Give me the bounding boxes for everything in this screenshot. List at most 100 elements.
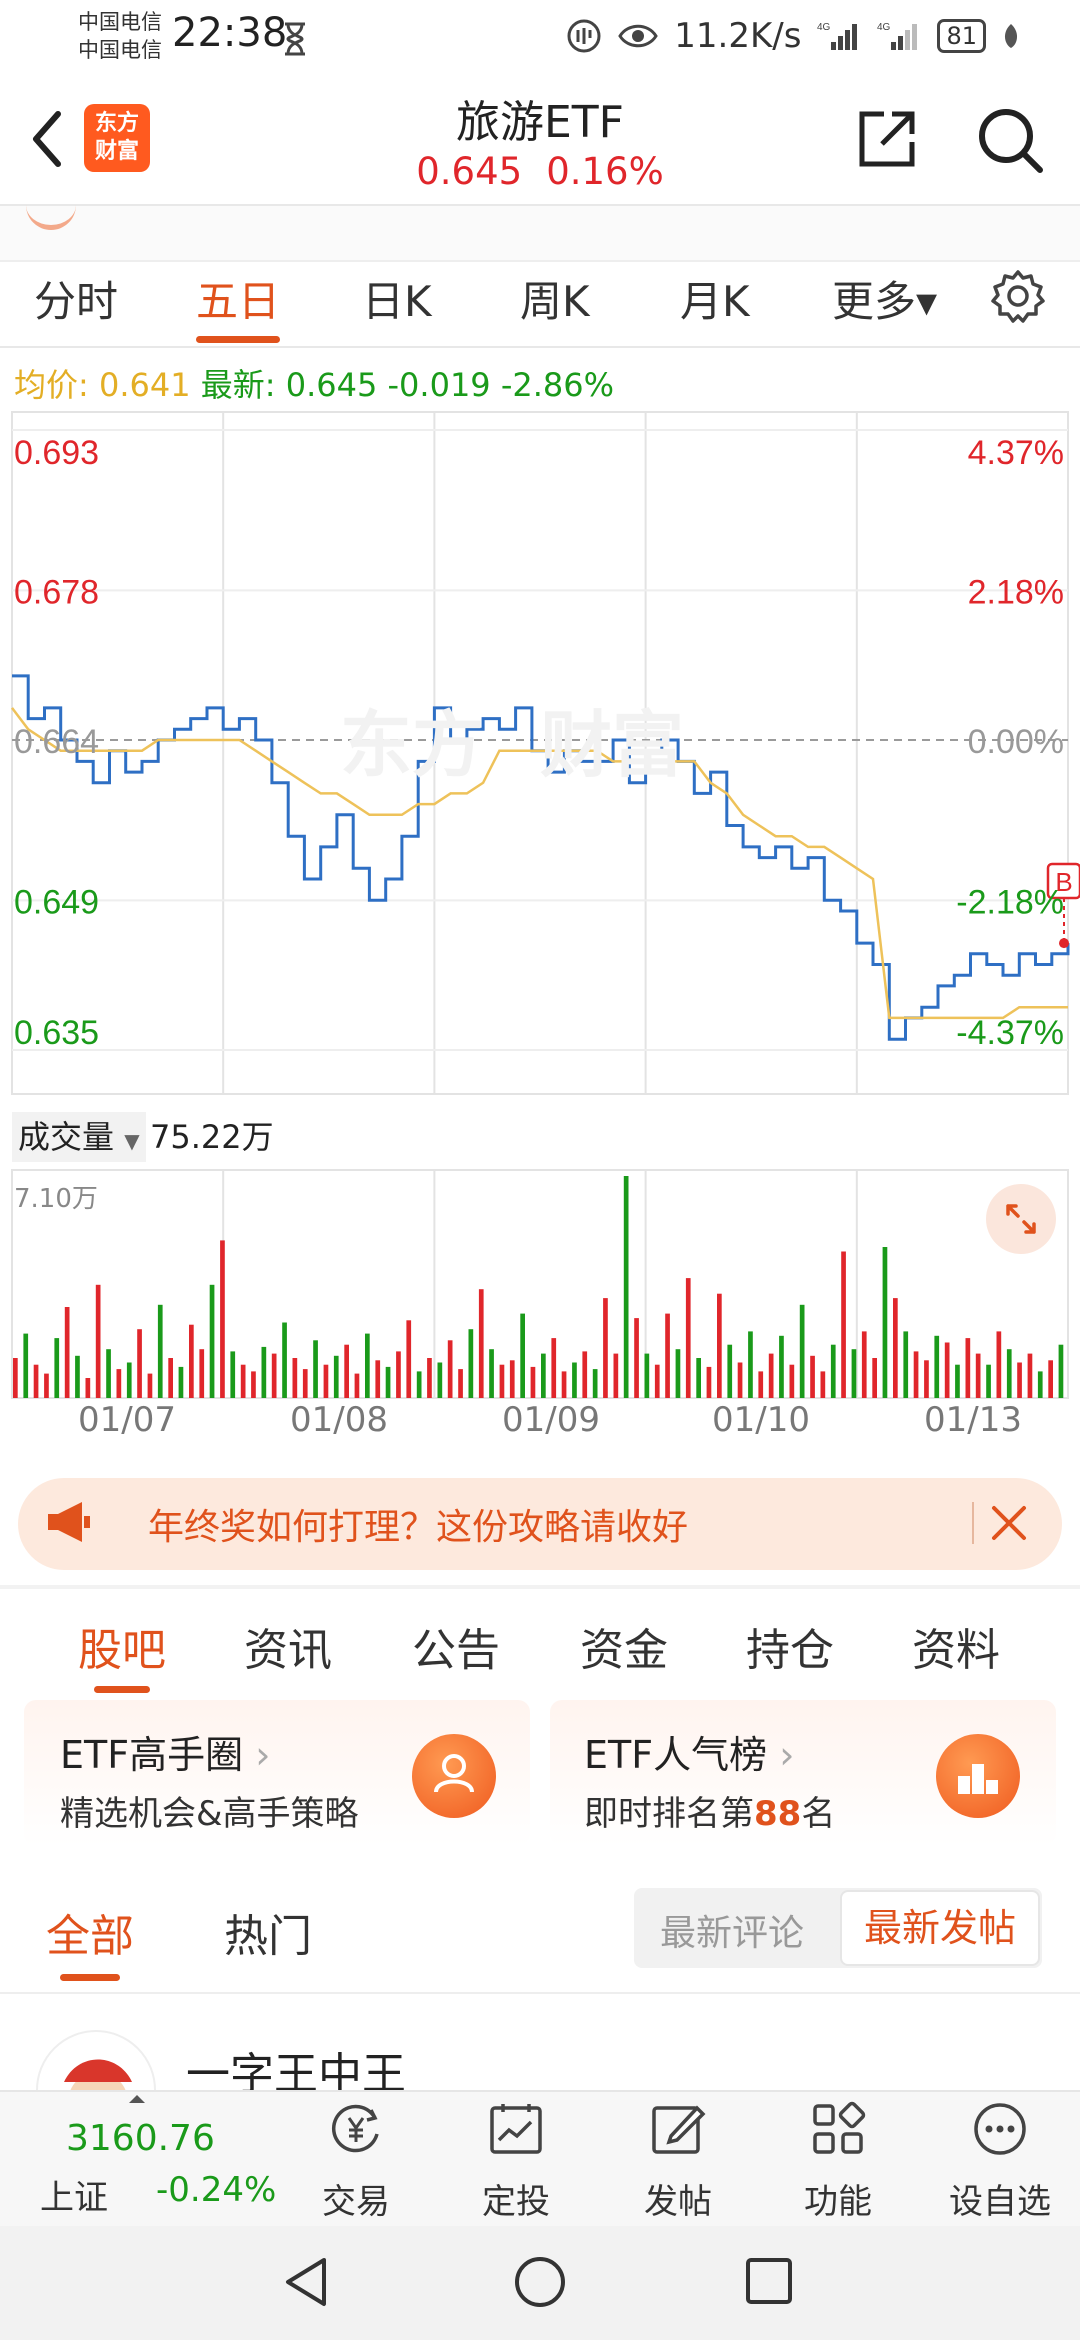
volume-bar (603, 1298, 608, 1398)
price-change-pct: 0.16% (546, 150, 664, 193)
volume-bar (841, 1251, 846, 1398)
volume-bar (385, 1366, 391, 1398)
nav-invest-plan[interactable]: 定投 (456, 2100, 576, 2223)
data-saver-icon (567, 19, 601, 53)
system-back-icon[interactable] (282, 2254, 332, 2310)
latest-change-pct: -2.86% (500, 366, 615, 404)
volume-bar (44, 1373, 49, 1398)
y-tick-label-right: 0.00% (968, 723, 1064, 761)
active-tab-indicator (94, 1686, 150, 1693)
volume-bar (189, 1324, 194, 1398)
tab-news[interactable]: 资讯 (244, 1614, 332, 1678)
index-value[interactable]: 3160.76 (66, 2118, 215, 2159)
volume-bar (302, 1369, 308, 1398)
grid-icon (813, 2101, 866, 2154)
chart-box-icon (490, 2104, 542, 2154)
tab-holdings[interactable]: 持仓 (746, 1614, 834, 1678)
active-tab-indicator (60, 1974, 120, 1981)
volume-bar (365, 1333, 370, 1398)
nav-label: 定投 (482, 2182, 550, 2222)
back-arrow-icon[interactable] (22, 104, 72, 174)
volume-bar (199, 1349, 205, 1398)
price-chart[interactable]: B 0.693 4.37%0.678 2.18%0.664 0.00%0.649 -2.… (0, 410, 1080, 1110)
expand-button[interactable] (986, 1184, 1056, 1254)
volume-bar (85, 1378, 91, 1398)
close-icon[interactable] (990, 1504, 1028, 1542)
volume-bar (344, 1344, 349, 1398)
sort-latest-post[interactable]: 最新发帖 (840, 1890, 1040, 1966)
nav-post[interactable]: 发帖 (618, 2100, 738, 2223)
volume-bar (851, 1349, 857, 1398)
podium-icon (936, 1734, 1020, 1818)
nav-label: 设自选 (949, 2182, 1051, 2222)
volume-bar (33, 1364, 39, 1398)
tab-week-k[interactable]: 周K (520, 262, 590, 342)
app-logo: 东方 财富 (84, 104, 150, 172)
search-icon[interactable] (976, 106, 1046, 176)
tab-day-k[interactable]: 日K (362, 262, 432, 342)
volume-bar (768, 1353, 774, 1398)
logo-line-2: 财富 (94, 139, 139, 164)
index-change[interactable]: -0.24% (156, 2170, 276, 2210)
volume-bar (944, 1342, 950, 1398)
volume-bar (427, 1358, 432, 1398)
nav-trade[interactable]: 交易 (296, 2100, 416, 2223)
tab-month-k[interactable]: 月K (680, 262, 750, 342)
volume-max-label: 7.10万 (14, 1184, 98, 1214)
ticker-strip-icon (26, 200, 76, 230)
volume-selector[interactable]: 成交量 ▼ (12, 1112, 146, 1162)
volume-bar (737, 1362, 743, 1398)
share-icon[interactable] (856, 108, 918, 170)
volume-bar (116, 1369, 122, 1398)
volume-bar (447, 1340, 453, 1398)
card-etf-experts[interactable]: ETF高手圈 › 精选机会&高手策略 (24, 1700, 530, 1846)
volume-bar (333, 1355, 339, 1398)
caret-down-icon: ▼ (124, 1129, 140, 1153)
current-price: 0.645 (416, 150, 523, 193)
tab-fenshi[interactable]: 分时 (34, 262, 118, 342)
tab-hot[interactable]: 热门 (224, 1900, 312, 1964)
battery-indicator: 81 (937, 19, 986, 53)
tab-more[interactable]: 更多▾ (832, 262, 937, 342)
volume-bar (634, 1318, 639, 1398)
more-circle-icon (974, 2103, 1026, 2155)
tab-funds[interactable]: 资金 (580, 1614, 668, 1678)
volume-bar (975, 1353, 981, 1398)
eye-icon (618, 24, 659, 48)
volume-bar (551, 1338, 557, 1398)
tab-all[interactable]: 全部 (46, 1900, 134, 1964)
date-label: 01/10 (712, 1400, 810, 1440)
volume-bar (230, 1351, 236, 1398)
status-right: 11.2K/s 4G 4G 81 (566, 16, 1020, 56)
volume-bar (717, 1293, 722, 1398)
gear-icon[interactable] (990, 268, 1046, 324)
volume-bar (1058, 1344, 1064, 1398)
index-name[interactable]: 上证 (40, 2170, 108, 2219)
volume-bar (903, 1331, 909, 1398)
banner-text[interactable]: 年终奖如何打理？这份攻略请收好 (148, 1498, 688, 1550)
sort-latest-comment[interactable]: 最新评论 (660, 1904, 804, 1956)
carrier-labels: 中国电信 中国电信 (78, 8, 162, 64)
date-label: 01/09 (502, 1400, 600, 1440)
tab-wuri[interactable]: 五日 (196, 262, 280, 342)
nav-functions[interactable]: 功能 (778, 2100, 898, 2223)
volume-bar (520, 1313, 525, 1398)
volume-bar (168, 1358, 173, 1398)
volume-bar (458, 1369, 463, 1398)
price-summary-row: 均价: 0.641 最新: 0.645 -0.019 -2.86% (14, 360, 614, 406)
system-recents-icon[interactable] (744, 2256, 794, 2306)
signal-icon-2: 4G (877, 22, 918, 50)
megaphone-icon (48, 1502, 90, 1542)
nav-add-watchlist[interactable]: 设自选 (940, 2100, 1060, 2223)
system-home-icon[interactable] (512, 2254, 568, 2310)
tab-guba[interactable]: 股吧 (78, 1614, 166, 1678)
tab-announcements[interactable]: 公告 (412, 1614, 500, 1678)
volume-bar (623, 1176, 629, 1398)
card-etf-ranking[interactable]: ETF人气榜 › 即时排名第88名 (550, 1700, 1056, 1846)
volume-bar (1048, 1360, 1053, 1398)
tabs-divider (0, 346, 1080, 348)
volume-bar (830, 1344, 836, 1398)
chevron-right-icon: › (255, 1733, 271, 1777)
tab-profile[interactable]: 资料 (912, 1614, 1000, 1678)
feature-tabs: 股吧 资讯 公告 资金 持仓 资料 (0, 1600, 1080, 1700)
